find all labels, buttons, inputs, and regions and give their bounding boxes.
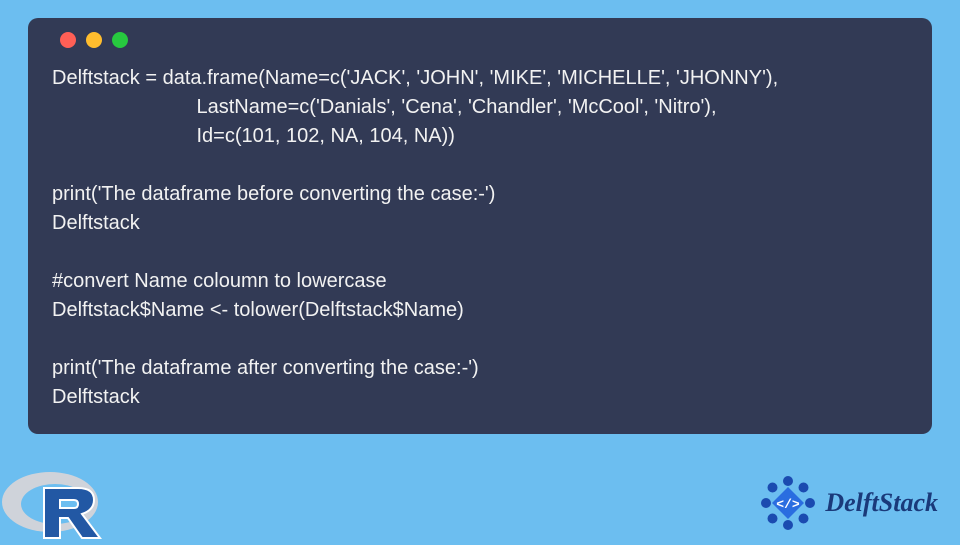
code-block: Delftstack = data.frame(Name=c('JACK', '…	[52, 64, 908, 412]
window-controls	[60, 32, 908, 48]
code-line: Id=c(101, 102, NA, 104, NA))	[52, 125, 455, 147]
delftstack-logo: </> DelftStack	[759, 474, 938, 532]
code-line: print('The dataframe before converting t…	[52, 183, 495, 205]
code-window: Delftstack = data.frame(Name=c('JACK', '…	[28, 18, 932, 434]
maximize-dot-icon	[112, 32, 128, 48]
code-line: LastName=c('Danials', 'Cena', 'Chandler'…	[52, 96, 717, 118]
delftstack-brand-text: DelftStack	[825, 488, 938, 518]
code-line: #convert Name coloumn to lowercase	[52, 270, 387, 292]
code-line: Delftstack	[52, 212, 140, 234]
close-dot-icon	[60, 32, 76, 48]
code-line: Delftstack = data.frame(Name=c('JACK', '…	[52, 67, 778, 89]
minimize-dot-icon	[86, 32, 102, 48]
code-line: print('The dataframe after converting th…	[52, 357, 479, 379]
code-line: Delftstack	[52, 386, 140, 408]
code-line: Delftstack$Name <- tolower(Delftstack$Na…	[52, 299, 464, 321]
svg-text:</>: </>	[777, 497, 801, 512]
delftstack-badge-icon: </>	[759, 474, 817, 532]
r-logo-icon	[0, 460, 110, 540]
